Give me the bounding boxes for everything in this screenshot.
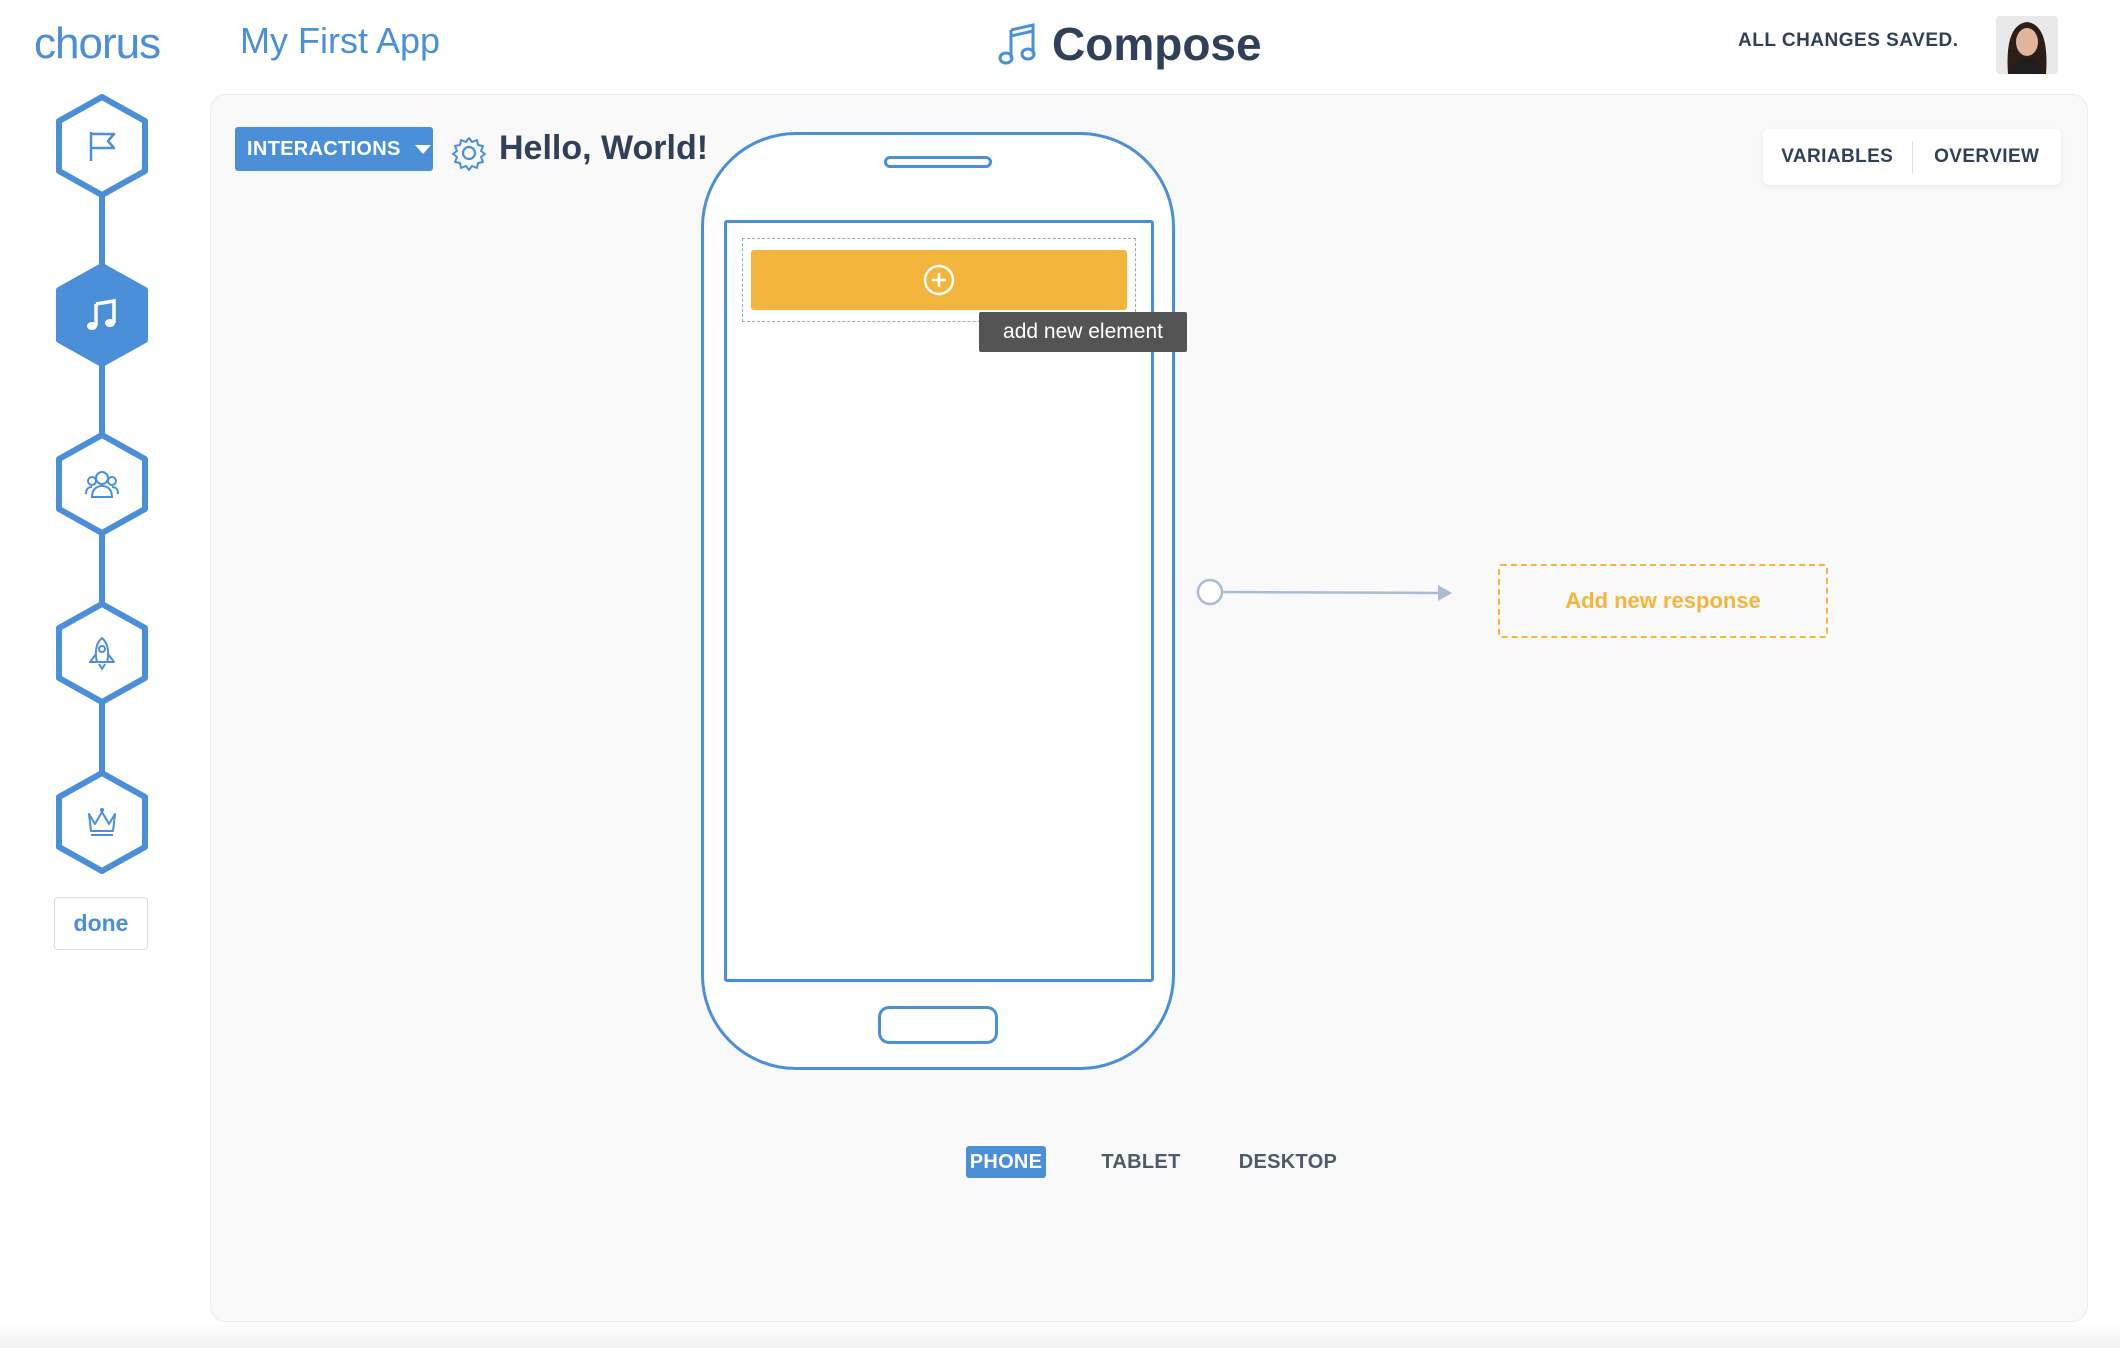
music-note-icon [87, 298, 116, 330]
users-icon [85, 471, 119, 498]
page-title: Compose [1052, 18, 1262, 70]
view-tabs: VARIABLES OVERVIEW [1763, 129, 2061, 185]
window-bottom-edge [0, 1322, 2120, 1348]
step-launch[interactable] [55, 601, 149, 705]
gear-icon[interactable] [451, 135, 487, 171]
overview-tab[interactable]: OVERVIEW [1913, 146, 2062, 168]
chorus-logo[interactable]: chorus [34, 16, 168, 72]
add-element-tooltip: add new element [979, 312, 1187, 352]
step-users[interactable] [55, 432, 149, 536]
step-compose[interactable] [55, 263, 149, 367]
music-note-icon [998, 23, 1036, 65]
save-status: ALL CHANGES SAVED. [1738, 30, 1959, 51]
flag-icon [89, 132, 116, 161]
avatar[interactable] [1996, 16, 2058, 74]
interactions-label: INTERACTIONS [247, 137, 401, 160]
logo-wordmark: chorus [34, 19, 160, 68]
rocket-icon [89, 637, 115, 670]
step-crown[interactable] [55, 770, 149, 874]
plus-circle-icon [923, 264, 955, 296]
step-flag[interactable] [55, 94, 149, 198]
device-tab-desktop[interactable]: DESKTOP [1238, 1146, 1338, 1178]
add-response-button[interactable]: Add new response [1498, 564, 1828, 638]
phone-home-button [878, 1006, 998, 1044]
interactions-dropdown[interactable]: INTERACTIONS [235, 127, 433, 171]
crown-icon [88, 808, 116, 836]
response-connector [1196, 578, 1452, 606]
page-heading: Compose [998, 14, 1262, 74]
variables-tab[interactable]: VARIABLES [1763, 146, 1912, 168]
device-tab-tablet[interactable]: TABLET [1100, 1146, 1182, 1178]
arrow-right-icon [1438, 585, 1452, 601]
connector-handle-icon[interactable] [1196, 578, 1224, 606]
phone-speaker [884, 156, 992, 168]
interaction-title[interactable]: Hello, World! [499, 129, 708, 168]
caret-down-icon [414, 144, 431, 154]
device-tab-phone[interactable]: PHONE [966, 1146, 1046, 1178]
app-name[interactable]: My First App [240, 20, 440, 62]
done-button[interactable]: done [54, 897, 148, 950]
add-element-button[interactable] [751, 250, 1127, 310]
